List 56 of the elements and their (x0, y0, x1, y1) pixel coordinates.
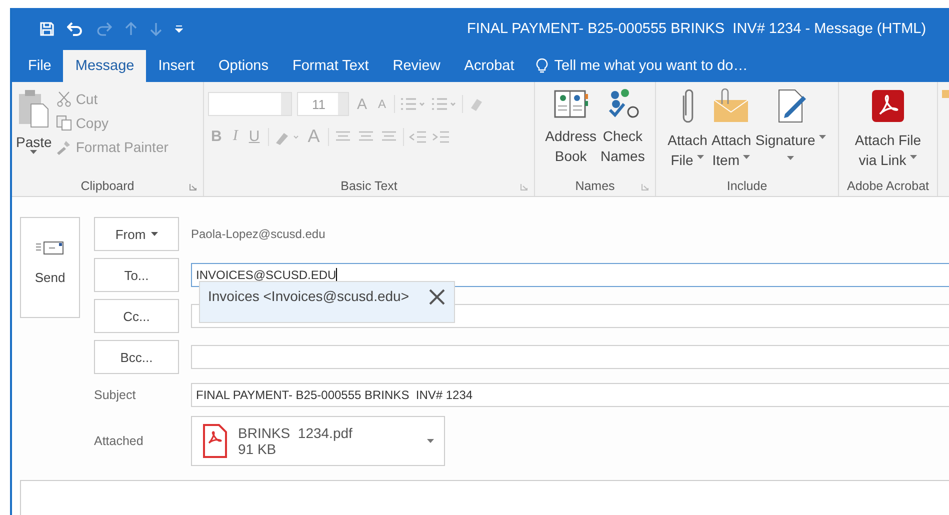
attached-label: Attached (94, 434, 144, 448)
ribbon-tab[interactable]: Message (63, 50, 146, 82)
ribbon-tab[interactable]: Insert (146, 50, 206, 82)
save-icon[interactable] (40, 22, 54, 36)
close-icon[interactable] (428, 288, 446, 306)
subject-label: Subject (94, 388, 137, 402)
dialog-launcher-icon[interactable] (641, 183, 649, 191)
recipient-button[interactable]: To... (94, 258, 179, 292)
undo-icon[interactable] (67, 22, 83, 36)
recipient-field[interactable]: INVOICES@SCUSD.EDU (191, 263, 949, 287)
copy-icon (56, 115, 72, 131)
paperclip-icon (682, 89, 694, 123)
group-label: Adobe Acrobat (846, 179, 929, 193)
caret-icon (150, 232, 158, 236)
ribbon-tab[interactable]: Acrobat (452, 50, 526, 82)
ribbon-tab[interactable]: Review (380, 50, 452, 82)
customize-icon[interactable] (175, 24, 183, 34)
tell-me-search[interactable]: Tell me what you want to do… (536, 50, 748, 82)
recipient-button[interactable]: Bcc... (94, 340, 179, 374)
group-label: Basic Text (340, 179, 398, 193)
group-label: Names (575, 179, 615, 193)
ribbon-tab[interactable]: Format Text (280, 50, 381, 82)
ribbon-button[interactable]: Address Book (543, 88, 598, 176)
group-label: Include (726, 179, 768, 193)
recipient-field[interactable] (191, 345, 949, 369)
paintbrush-icon (56, 139, 72, 155)
pdf-file-icon (202, 423, 228, 459)
lightbulb-icon (536, 58, 548, 74)
scissors-icon (56, 91, 72, 107)
send-envelope-icon (35, 240, 65, 256)
envelope-icon (942, 88, 949, 98)
ribbon-button[interactable]: Check Names (598, 88, 647, 176)
ribbon-tab[interactable]: File (16, 50, 64, 82)
attachment-card[interactable]: BRINKS 1234.pdf 91 KB (191, 416, 445, 466)
caret-icon[interactable] (427, 439, 434, 443)
subject-field[interactable]: FINAL PAYMENT- B25-000555 BRINKS INV# 1234 (191, 383, 949, 407)
from-address: Paola-Lopez@scusd.edu (191, 227, 326, 241)
from-button[interactable]: From (94, 217, 179, 251)
ribbon-button[interactable]: Attach Item (709, 88, 754, 176)
ribbon-button[interactable]: Attach File via Link (852, 88, 924, 176)
caret-icon (30, 150, 38, 154)
clipboard-icon (16, 88, 51, 128)
dialog-launcher-icon[interactable] (189, 183, 197, 191)
ribbon-button[interactable]: Signature (753, 88, 828, 176)
pdf-icon (870, 88, 906, 124)
ribbon-button[interactable]: Attach File (666, 88, 710, 176)
recipient-button[interactable]: Cc... (94, 299, 179, 333)
send-button[interactable]: Send (20, 217, 80, 318)
group-label: Clipboard (80, 179, 134, 193)
file-name: BRINKS 1234.pdf (238, 425, 354, 441)
autocomplete-suggestion[interactable]: Invoices <Invoices@scusd.edu> (199, 281, 455, 323)
window-title: FINAL PAYMENT- B25-000555 BRINKS INV# 1234 - Message (HTML) (467, 21, 926, 37)
address-book-icon (552, 88, 589, 120)
file-size: 91 KB (238, 441, 278, 457)
paste-button[interactable]: Paste (16, 88, 52, 176)
ribbon-tab[interactable]: Options (206, 50, 280, 82)
